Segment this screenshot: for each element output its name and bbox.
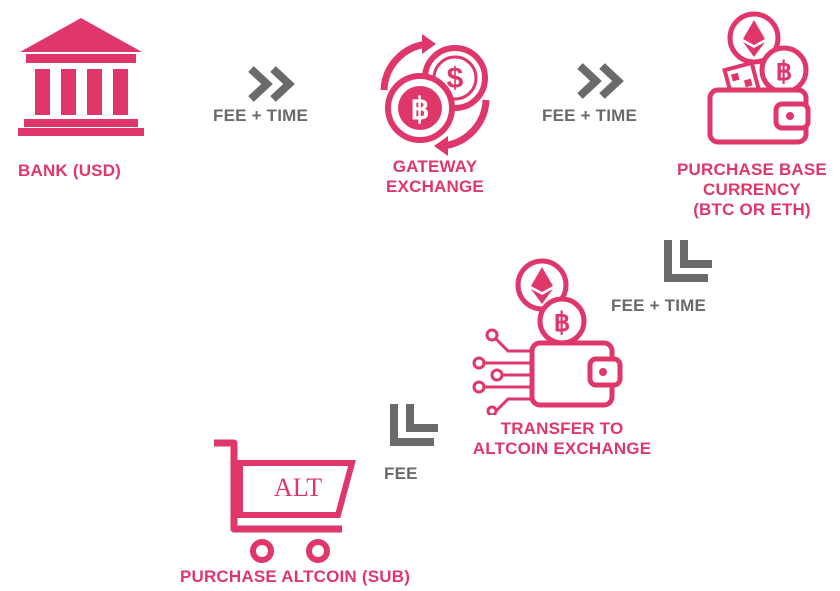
svg-text:฿: ฿ xyxy=(554,307,571,337)
label-line: CURRENCY xyxy=(703,180,801,199)
crypto-wallet-icon: ฿ xyxy=(704,10,814,145)
double-chevron-right-icon xyxy=(247,65,299,103)
label-line: EXCHANGE xyxy=(386,177,484,196)
label-line: PURCHASE BASE xyxy=(677,160,827,179)
node-gateway-exchange: $ ฿ GATEWAY EXCHANGE xyxy=(360,30,510,205)
label-line: (BTC OR ETH) xyxy=(693,200,811,219)
node-label-purchase-altcoin: PURCHASE ALTCOIN (SUB) xyxy=(150,567,440,587)
node-label-transfer: TRANSFER TO ALTCOIN EXCHANGE xyxy=(452,419,672,459)
node-label-purchase-base: PURCHASE BASE CURRENCY (BTC OR ETH) xyxy=(664,160,840,220)
svg-text:฿: ฿ xyxy=(776,56,793,86)
label-line: ALTCOIN EXCHANGE xyxy=(472,439,652,458)
node-label-bank: BANK (USD) xyxy=(18,161,121,181)
node-transfer: ฿ TRANSFER TO ALTCOIN EXCHANGE xyxy=(452,255,672,465)
label-line: BANK (USD) xyxy=(18,161,122,180)
node-purchase-altcoin: ALT PURCHASE ALTCOIN (SUB) xyxy=(150,435,440,591)
label-line: PURCHASE ALTCOIN (SUB) xyxy=(179,567,411,586)
label-line: GATEWAY xyxy=(392,157,478,176)
double-chevron-right-icon xyxy=(576,62,628,100)
label-line: TRANSFER TO xyxy=(500,419,624,438)
edge-label-bank-gateway: FEE + TIME xyxy=(213,106,309,125)
currency-exchange-icon: $ ฿ xyxy=(370,30,500,160)
svg-text:฿: ฿ xyxy=(410,93,429,126)
edge-label-gateway-base: FEE + TIME xyxy=(542,106,638,125)
node-label-gateway: GATEWAY EXCHANGE xyxy=(360,157,510,197)
node-bank: BANK (USD) xyxy=(0,0,170,190)
node-purchase-base: ฿ PURCHASE BASE CURRENCY (BTC OR ETH) xyxy=(664,10,840,225)
bank-icon xyxy=(18,18,144,136)
cart-text: ALT xyxy=(273,473,323,502)
wallet-transfer-icon: ฿ xyxy=(462,255,632,415)
